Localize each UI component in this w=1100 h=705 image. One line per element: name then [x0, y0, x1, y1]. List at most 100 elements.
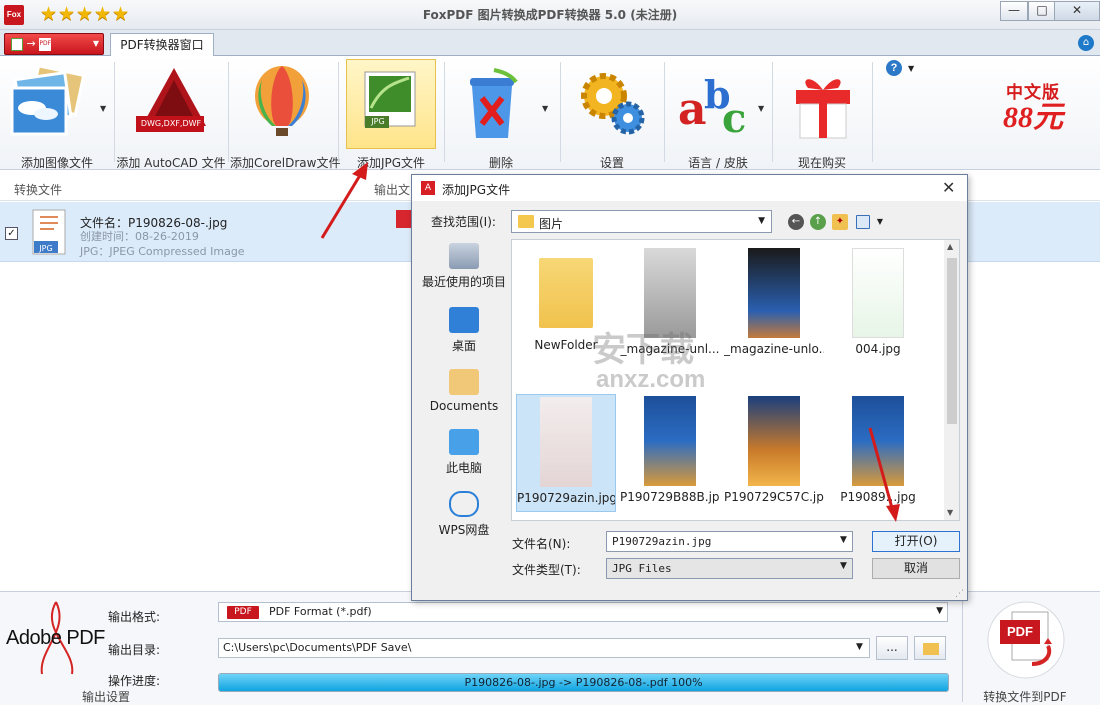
dialog-title: 添加JPG文件 — [442, 183, 511, 197]
file-tile-image[interactable]: P190729azin.jpg — [516, 394, 616, 512]
svg-text:a: a — [678, 84, 707, 135]
file-tile-image[interactable]: P190729B88B.jpg — [620, 396, 720, 504]
chevron-down-icon[interactable]: ▼ — [908, 64, 914, 73]
recent-items-icon — [449, 243, 479, 269]
file-tile-image[interactable]: P190729C57C.jpg — [724, 396, 824, 504]
file-tile-caption: P190729C57C.jpg — [724, 490, 824, 504]
delete-button[interactable]: ▼ 删除 — [446, 60, 556, 170]
file-tile-caption: P190729azin.jpg — [517, 491, 615, 505]
gift-icon — [796, 79, 850, 139]
chevron-down-icon[interactable]: ▼ — [100, 104, 106, 113]
jpg-badge: JPG — [371, 117, 385, 126]
place-label: 此电脑 — [445, 461, 482, 475]
row-checkbox[interactable]: ✓ — [5, 227, 18, 240]
abc-icon: a b c — [678, 72, 746, 142]
open-folder-button[interactable] — [914, 636, 946, 660]
toolbar-label: 添加 AutoCAD 文件 — [116, 156, 226, 170]
column-output-files[interactable]: 输出文 — [374, 181, 410, 198]
image-stack-icon — [10, 64, 86, 136]
promo-price: 88元 — [1003, 101, 1063, 134]
place-documents[interactable]: Documents — [418, 369, 510, 413]
back-arrow-icon[interactable]: ← — [788, 214, 804, 230]
toolbar-divider — [444, 62, 445, 162]
chevron-down-icon[interactable]: ▼ — [758, 104, 764, 113]
file-tile-caption: _magazine-unlo... — [724, 342, 824, 356]
convert-to-pdf-button[interactable]: PDF 转换文件到PDF — [970, 596, 1080, 704]
dialog-close-button[interactable]: ✕ — [942, 178, 955, 197]
browse-button[interactable]: ... — [876, 636, 908, 660]
up-folder-icon[interactable]: ↑ — [810, 214, 826, 230]
place-this-pc[interactable]: 此电脑 — [418, 429, 510, 476]
output-settings-panel: Adobe PDF 输出设置 输出格式: PDF PDF Format (*.p… — [0, 591, 1100, 705]
tab-strip: → PDF ▼ PDF转换器窗口 ⌂ — [0, 30, 1100, 57]
toolbar-divider — [772, 62, 773, 162]
cancel-button[interactable]: 取消 — [872, 558, 960, 579]
gears-icon — [581, 73, 645, 135]
chevron-down-icon[interactable]: ▼ — [840, 535, 847, 545]
column-convert-files[interactable]: 转换文件 — [14, 181, 62, 198]
file-tile-image[interactable]: _magazine-unlo... — [724, 248, 824, 356]
view-menu-icon[interactable] — [856, 215, 870, 229]
chevron-down-icon[interactable]: ▼ — [856, 642, 863, 652]
promo-edition: 中文版 — [1006, 83, 1060, 103]
open-button[interactable]: 打开(O) — [872, 531, 960, 552]
new-folder-icon[interactable]: ✦ — [832, 214, 848, 230]
balloon-icon — [255, 66, 309, 136]
convert-arrow-icon: → — [26, 37, 36, 50]
chevron-down-icon[interactable]: ▼ — [542, 104, 548, 113]
place-recent[interactable]: 最近使用的项目 — [418, 243, 510, 290]
image-thumbnail — [540, 397, 592, 487]
tab-pdf-converter[interactable]: PDF转换器窗口 — [110, 33, 214, 57]
home-icon[interactable]: ⌂ — [1078, 35, 1094, 51]
folder-icon — [518, 215, 534, 228]
pdf-output-icon — [396, 210, 412, 228]
chevron-down-icon[interactable]: ▼ — [872, 214, 888, 230]
recycle-bin-icon — [470, 68, 518, 138]
dialog-title-bar: A 添加JPG文件 ✕ — [412, 175, 967, 201]
maximize-button[interactable]: □ — [1028, 1, 1056, 21]
lookin-select[interactable]: 图片 ▼ — [511, 210, 772, 233]
scroll-down-icon[interactable]: ▼ — [947, 508, 953, 517]
language-skin-button[interactable]: a b c ▼ 语言 / 皮肤 — [666, 60, 770, 170]
file-tile-image[interactable]: P19089...jpg — [828, 396, 928, 504]
place-label: WPS网盘 — [438, 523, 490, 537]
scroll-up-icon[interactable]: ▲ — [947, 242, 953, 251]
vertical-scrollbar[interactable]: ▲ ▼ — [944, 240, 959, 520]
image-thumbnail — [644, 396, 696, 486]
add-image-button[interactable]: ▼ 添加图像文件 — [2, 60, 112, 170]
file-tile-folder[interactable]: NewFolder — [516, 248, 616, 352]
file-browser-pane[interactable]: NewFolder _magazine-unl... _magazine-unl… — [511, 239, 960, 521]
add-jpg-button[interactable]: JPG — [346, 59, 436, 149]
output-format-select[interactable]: PDF PDF Format (*.pdf) ▼ — [218, 602, 948, 622]
image-thumbnail — [748, 248, 800, 338]
filetype-select[interactable]: JPG Files — [606, 558, 853, 579]
place-wps-cloud[interactable]: WPS网盘 — [418, 491, 510, 538]
toolbar-label: 添加图像文件 — [20, 156, 93, 170]
resize-grip-icon[interactable]: ⋰ — [955, 589, 964, 599]
output-dir-input[interactable]: C:\Users\pc\Documents\PDF Save\ — [218, 638, 870, 658]
help-icon[interactable]: ? — [886, 60, 902, 76]
chevron-down-icon[interactable]: ▼ — [840, 561, 847, 571]
convert-menu-button[interactable]: → PDF ▼ — [4, 33, 104, 55]
add-autocad-button[interactable]: DWG,DXF,DWF 添加 AutoCAD 文件 — [116, 60, 226, 170]
add-coreldraw-button[interactable]: 添加CorelDraw文件 — [230, 60, 340, 170]
minimize-button[interactable]: — — [1000, 1, 1028, 21]
toolbar-label: 设置 — [599, 156, 624, 170]
autocad-icon — [136, 68, 206, 132]
scrollbar-thumb[interactable] — [947, 258, 957, 424]
image-thumbnail — [644, 248, 696, 338]
settings-button[interactable]: 设置 — [562, 60, 662, 170]
add-jpg-dialog: A 添加JPG文件 ✕ 查找范围(I): 图片 ▼ ← ↑ ✦ ▼ 最近使用的项… — [411, 174, 968, 601]
promo-badge[interactable]: 中文版 88元 — [985, 78, 1081, 133]
close-button[interactable]: ✕ — [1054, 1, 1100, 21]
filename-label: 文件名(N): — [512, 537, 571, 551]
filename-input[interactable]: P190729azin.jpg — [606, 531, 853, 552]
computer-icon — [449, 429, 479, 455]
place-desktop[interactable]: 桌面 — [418, 307, 510, 354]
buy-now-button[interactable]: 现在购买 — [774, 60, 870, 170]
file-tile-image[interactable]: _magazine-unl... — [620, 248, 720, 356]
folder-icon — [539, 258, 593, 328]
convert-pdf-badge: PDF — [1007, 624, 1033, 639]
toolbar-label: 语言 / 皮肤 — [688, 156, 748, 170]
file-tile-image[interactable]: 004.jpg — [828, 248, 928, 356]
